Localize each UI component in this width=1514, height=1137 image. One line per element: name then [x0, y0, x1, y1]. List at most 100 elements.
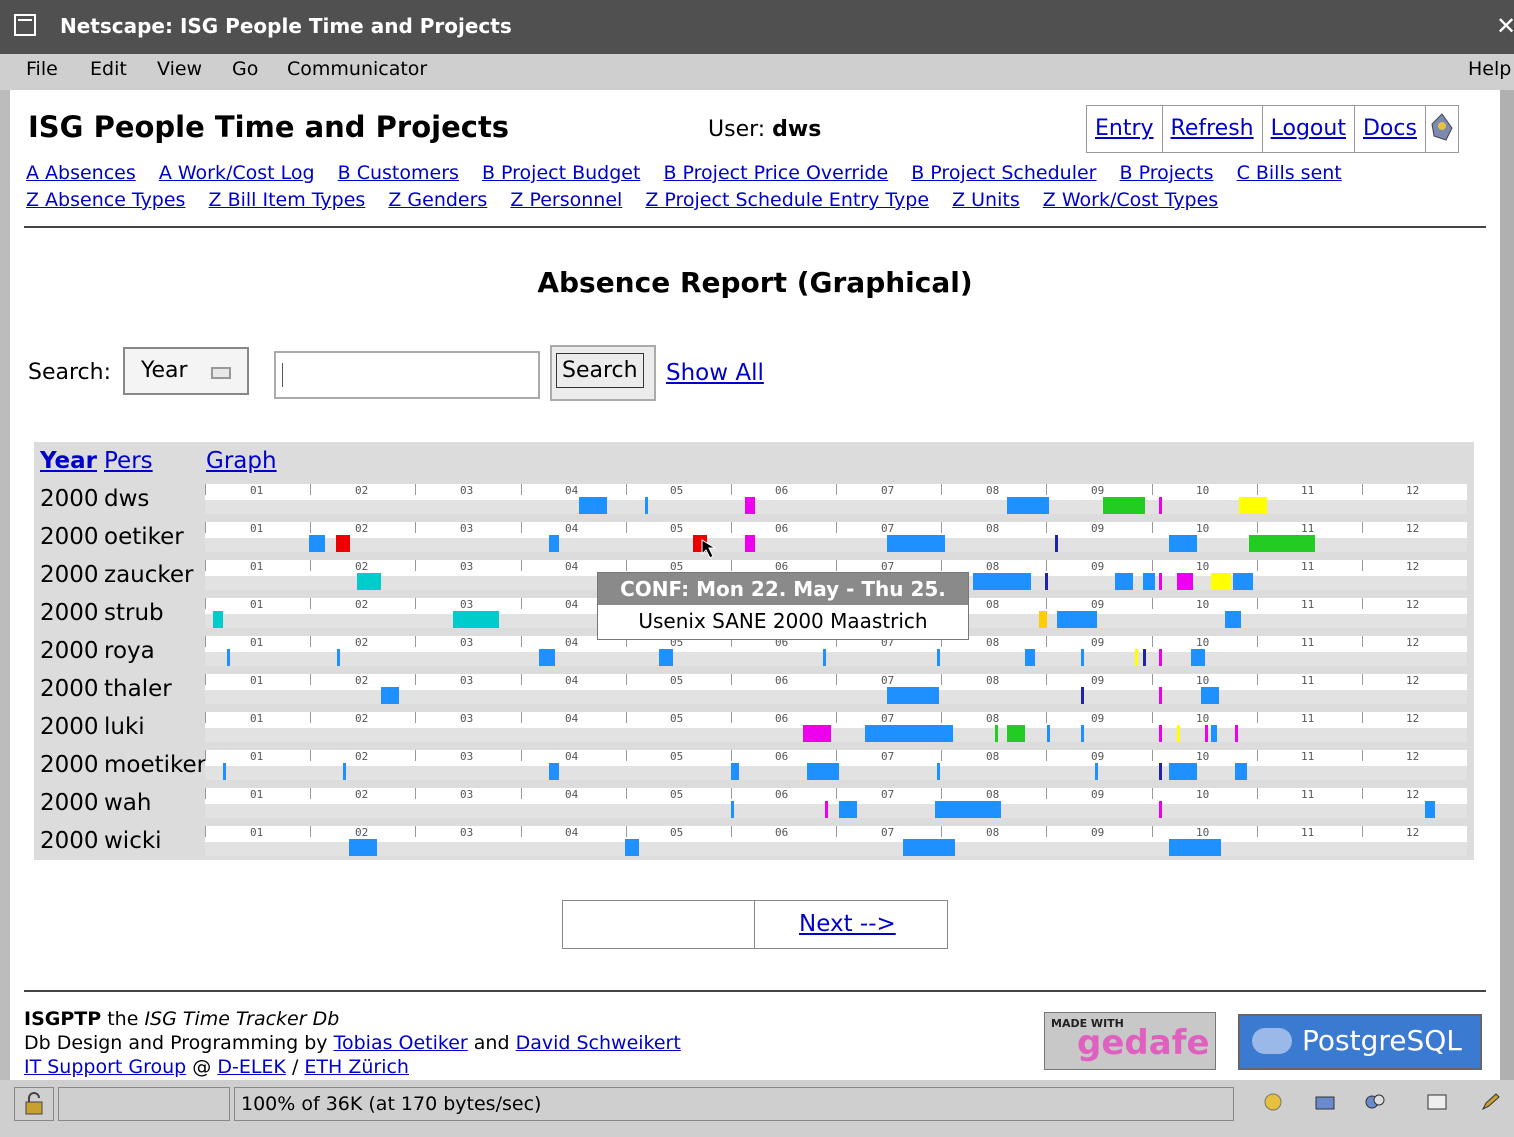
gedafe-icon[interactable]	[1426, 106, 1458, 152]
absence-event[interactable]	[309, 535, 325, 552]
absence-event[interactable]	[823, 649, 826, 666]
absence-event[interactable]	[1159, 725, 1162, 742]
postgresql-badge[interactable]: PostgreSQL	[1238, 1014, 1482, 1070]
absence-event[interactable]	[973, 573, 1031, 590]
absence-event[interactable]	[1233, 573, 1253, 590]
absence-event[interactable]	[1205, 725, 1208, 742]
docs-button[interactable]: Docs	[1355, 106, 1426, 152]
absence-event[interactable]	[1007, 497, 1049, 514]
menu-help[interactable]: Help	[1468, 58, 1511, 80]
nav-c-bills-sent[interactable]: C Bills sent	[1237, 162, 1342, 184]
absence-event[interactable]	[213, 611, 223, 628]
nav-a-absences[interactable]: A Absences	[26, 162, 136, 184]
search-button[interactable]: Search	[550, 345, 656, 401]
absence-event[interactable]	[1425, 801, 1435, 818]
search-input[interactable]	[274, 351, 540, 399]
absence-event[interactable]	[865, 725, 953, 742]
absence-event[interactable]	[1249, 535, 1315, 552]
absence-event[interactable]	[1177, 573, 1193, 590]
absence-event[interactable]	[625, 839, 639, 856]
absence-event[interactable]	[1135, 649, 1138, 666]
absence-event[interactable]	[825, 801, 828, 818]
absence-event[interactable]	[645, 497, 648, 514]
absence-event[interactable]	[1191, 649, 1205, 666]
author-2-link[interactable]: David Schweikert	[516, 1032, 681, 1054]
nav-a-work-cost-log[interactable]: A Work/Cost Log	[159, 162, 315, 184]
nav-b-project-scheduler[interactable]: B Project Scheduler	[911, 162, 1096, 184]
author-1-link[interactable]: Tobias Oetiker	[334, 1032, 468, 1054]
refresh-button[interactable]: Refresh	[1163, 106, 1263, 152]
absence-event[interactable]	[1057, 611, 1097, 628]
absence-event[interactable]	[1143, 649, 1146, 666]
absence-event[interactable]	[1211, 573, 1231, 590]
menu-communicator[interactable]: Communicator	[287, 58, 427, 80]
absence-event[interactable]	[539, 649, 555, 666]
gedafe-badge[interactable]: MADE WITH gedafe	[1044, 1012, 1216, 1070]
absence-event[interactable]	[937, 763, 940, 780]
search-field-select[interactable]: Year	[123, 347, 249, 395]
absence-event[interactable]	[1103, 497, 1145, 514]
absence-event[interactable]	[937, 649, 940, 666]
absence-event[interactable]	[1143, 573, 1155, 590]
menu-file[interactable]: File	[26, 58, 58, 80]
nav-z-absence-types[interactable]: Z Absence Types	[26, 189, 185, 211]
absence-event[interactable]	[227, 649, 230, 666]
col-year-header[interactable]: Year	[40, 448, 97, 474]
absence-event[interactable]	[357, 573, 381, 590]
absence-event[interactable]	[579, 497, 607, 514]
nav-z-units[interactable]: Z Units	[952, 189, 1020, 211]
absence-event[interactable]	[1225, 611, 1241, 628]
absence-event[interactable]	[453, 611, 499, 628]
absence-event[interactable]	[807, 763, 839, 780]
absence-event[interactable]	[1239, 497, 1267, 514]
absence-event[interactable]	[1159, 687, 1162, 704]
absence-event[interactable]	[549, 535, 559, 552]
nav-z-genders[interactable]: Z Genders	[388, 189, 487, 211]
absence-event[interactable]	[887, 687, 939, 704]
d-elek-link[interactable]: D-ELEK	[217, 1056, 286, 1078]
absence-event[interactable]	[803, 725, 831, 742]
it-support-group-link[interactable]: IT Support Group	[24, 1056, 186, 1078]
security-lock-icon[interactable]	[14, 1087, 54, 1121]
entry-button[interactable]: Entry	[1087, 106, 1163, 152]
nav-z-bill-item-types[interactable]: Z Bill Item Types	[209, 189, 366, 211]
absence-event[interactable]	[935, 801, 1001, 818]
absence-event[interactable]	[1159, 649, 1162, 666]
absence-event[interactable]	[1045, 573, 1048, 590]
nav-z-work-cost-types[interactable]: Z Work/Cost Types	[1043, 189, 1218, 211]
absence-event[interactable]	[1169, 839, 1221, 856]
nav-b-customers[interactable]: B Customers	[338, 162, 459, 184]
absence-event[interactable]	[731, 763, 739, 780]
navigator-icon[interactable]	[1262, 1092, 1284, 1112]
window-menu-icon[interactable]	[14, 14, 36, 36]
absence-event[interactable]	[1169, 535, 1197, 552]
absence-event[interactable]	[1159, 801, 1162, 818]
absence-event[interactable]	[903, 839, 955, 856]
show-all-link[interactable]: Show All	[666, 360, 764, 386]
absence-event[interactable]	[1211, 725, 1217, 742]
absence-event[interactable]	[1201, 687, 1219, 704]
eth-zurich-link[interactable]: ETH Zürich	[304, 1056, 409, 1078]
absence-event[interactable]	[1081, 725, 1084, 742]
absence-event[interactable]	[381, 687, 399, 704]
discussion-icon[interactable]	[1364, 1092, 1386, 1112]
absence-event[interactable]	[1007, 725, 1025, 742]
absence-event[interactable]	[1169, 763, 1197, 780]
absence-event[interactable]	[336, 535, 350, 552]
absence-event[interactable]	[343, 763, 346, 780]
absence-event[interactable]	[1115, 573, 1133, 590]
nav-z-personnel[interactable]: Z Personnel	[510, 189, 622, 211]
absence-event[interactable]	[1025, 649, 1035, 666]
absence-event[interactable]	[995, 725, 998, 742]
menu-view[interactable]: View	[157, 58, 202, 80]
nav-b-projects[interactable]: B Projects	[1120, 162, 1214, 184]
vertical-scrollbar[interactable]	[1500, 90, 1514, 1080]
absence-event[interactable]	[337, 649, 340, 666]
absence-event[interactable]	[839, 801, 857, 818]
absence-event[interactable]	[1159, 573, 1162, 590]
logout-button[interactable]: Logout	[1263, 106, 1355, 152]
absence-event[interactable]	[1159, 763, 1162, 780]
absence-event[interactable]	[887, 535, 945, 552]
absence-event[interactable]	[745, 535, 755, 552]
absence-event[interactable]	[1047, 725, 1050, 742]
